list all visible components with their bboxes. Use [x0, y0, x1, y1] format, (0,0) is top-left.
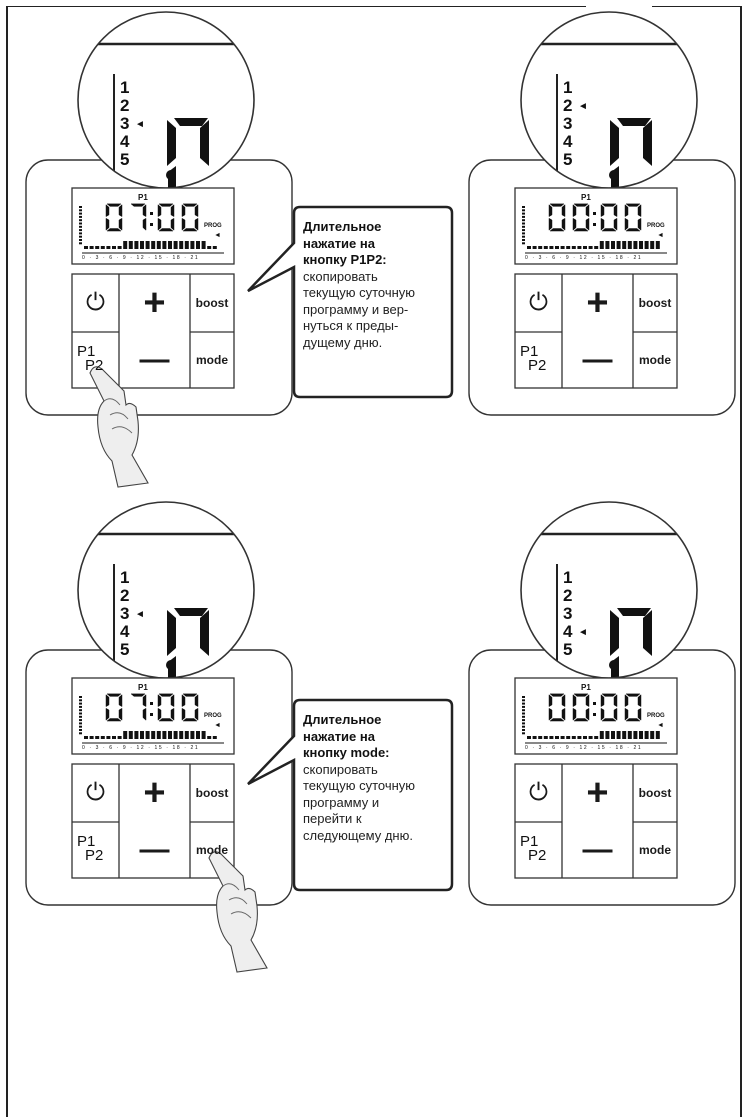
- scale-number: 5: [120, 640, 130, 659]
- callout-bubble-p1p2: Длительное нажатие на кнопку P1P2: скопи…: [246, 205, 456, 405]
- callout-bold-line: кнопку P1P2:: [303, 252, 387, 267]
- callout-line: программу и: [303, 794, 380, 810]
- mode-button[interactable]: mode: [633, 822, 677, 878]
- mode-button[interactable]: mode: [633, 332, 677, 388]
- boost-button[interactable]: boost: [633, 764, 677, 822]
- boost-button[interactable]: boost: [633, 274, 677, 332]
- p1p2-button[interactable]: P1 P2: [72, 332, 119, 388]
- mode-button[interactable]: mode: [190, 822, 234, 878]
- selected-day-arrow-icon: ◄: [578, 627, 588, 638]
- page-frame-right: [740, 6, 742, 1117]
- lcd-prog-label: PROG: [647, 713, 665, 719]
- page-frame-top-right: [652, 6, 742, 7]
- callout-bubble-mode: Длительное нажатие на кнопку mode: скопи…: [246, 698, 456, 898]
- scale-number: 3: [563, 114, 573, 133]
- boost-button[interactable]: boost: [190, 764, 234, 822]
- lcd-hour-scale: 0 · 3 · 6 · 9 · 12 · 15 · 18 · 21: [82, 745, 200, 751]
- panel-graphics: [468, 501, 736, 906]
- callout-bold-line: нажатие на: [303, 235, 375, 251]
- callout-line: программу и вер-: [303, 301, 409, 317]
- scale-number: 1: [563, 568, 573, 587]
- lcd-program-tag: P1: [138, 683, 148, 692]
- callout-bold-line: Длительное: [303, 712, 382, 727]
- lcd-program-tag: P1: [138, 193, 148, 202]
- scale-number: 1: [120, 78, 130, 97]
- scale-number: 3: [120, 604, 130, 623]
- selected-day-arrow-icon: ◄: [135, 119, 145, 130]
- callout-line: скопировать: [303, 761, 378, 777]
- lcd-prog-label: PROG: [204, 223, 222, 229]
- minus-button[interactable]: —: [119, 822, 190, 878]
- p2-label: P2: [528, 847, 547, 864]
- thermostat-panel-bottom-right: 1 2 3 4 5 ◄ 0 · 3 · 6 · 9 · 12 · 15 · 18 · 21 P…: [467, 500, 737, 970]
- scale-number: 5: [120, 150, 130, 169]
- callout-bold-line: кнопку mode:: [303, 745, 390, 760]
- callout-line: перейти к: [303, 811, 362, 826]
- scale-number: 2: [120, 586, 130, 605]
- lcd-hour-scale: 0 · 3 · 6 · 9 · 12 · 15 · 18 · 21: [525, 745, 643, 751]
- scale-number: 2: [120, 96, 130, 115]
- p2-label: P2: [85, 357, 104, 374]
- power-button[interactable]: ⏻: [515, 274, 562, 332]
- scale-number: 1: [563, 78, 573, 97]
- boost-button[interactable]: boost: [190, 274, 234, 332]
- callout-text: Длительное нажатие на кнопку mode: скопи…: [303, 712, 453, 844]
- page-frame-left: [6, 6, 8, 1117]
- thermostat-panel-top-right: 1 2 3 4 5 ◄ 0 · 3 · 6 · 9 · 12 · 15 · 18 · 21 P…: [467, 10, 737, 480]
- lcd-prog-label: PROG: [204, 713, 222, 719]
- scale-number: 1: [120, 568, 130, 587]
- scale-number: 5: [563, 150, 573, 169]
- page-frame-top: [6, 6, 586, 7]
- lcd-prog-arrow-icon: ◄: [657, 232, 664, 239]
- callout-bold-line: Длительное: [303, 219, 382, 234]
- callout-bold-line: нажатие на: [303, 728, 375, 744]
- scale-number: 2: [563, 96, 573, 115]
- callout-line: нуться к преды-: [303, 318, 399, 333]
- lcd-hour-scale: 0 · 3 · 6 · 9 · 12 · 15 · 18 · 21: [82, 255, 200, 261]
- scale-number: 4: [563, 622, 573, 641]
- scale-number: 4: [120, 132, 130, 151]
- callout-line: текущую суточную: [303, 285, 416, 300]
- callout-line: следующему дню.: [303, 827, 413, 843]
- selected-day-arrow-icon: ◄: [578, 101, 588, 112]
- scale-number: 4: [120, 622, 130, 641]
- power-button[interactable]: ⏻: [72, 764, 119, 822]
- minus-button[interactable]: —: [562, 332, 633, 388]
- p1p2-button[interactable]: P1 P2: [72, 822, 119, 878]
- scale-number: 3: [120, 114, 130, 133]
- lcd-prog-arrow-icon: ◄: [214, 232, 221, 239]
- scale-number: 4: [563, 132, 573, 151]
- scale-number: 5: [563, 640, 573, 659]
- p1p2-button[interactable]: P1 P2: [515, 332, 562, 388]
- p2-label: P2: [85, 847, 104, 864]
- callout-text: Длительное нажатие на кнопку P1P2: скопи…: [303, 219, 453, 351]
- p1p2-button[interactable]: P1 P2: [515, 822, 562, 878]
- callout-line: скопировать: [303, 268, 378, 284]
- minus-button[interactable]: —: [119, 332, 190, 388]
- panel-graphics: [468, 11, 736, 416]
- plus-button[interactable]: +: [119, 274, 190, 332]
- callout-line: дущему дню.: [303, 334, 383, 350]
- lcd-prog-arrow-icon: ◄: [214, 722, 221, 729]
- plus-button[interactable]: +: [562, 274, 633, 332]
- lcd-program-tag: P1: [581, 683, 591, 692]
- plus-button[interactable]: +: [119, 764, 190, 822]
- lcd-prog-label: PROG: [647, 223, 665, 229]
- callout-line: текущую суточную: [303, 778, 416, 793]
- scale-number: 2: [563, 586, 573, 605]
- lcd-hour-scale: 0 · 3 · 6 · 9 · 12 · 15 · 18 · 21: [525, 255, 643, 261]
- plus-button[interactable]: +: [562, 764, 633, 822]
- minus-button[interactable]: —: [562, 822, 633, 878]
- p2-label: P2: [528, 357, 547, 374]
- mode-button[interactable]: mode: [190, 332, 234, 388]
- scale-number: 3: [563, 604, 573, 623]
- power-button[interactable]: ⏻: [515, 764, 562, 822]
- lcd-program-tag: P1: [581, 193, 591, 202]
- selected-day-arrow-icon: ◄: [135, 609, 145, 620]
- lcd-prog-arrow-icon: ◄: [657, 722, 664, 729]
- power-button[interactable]: ⏻: [72, 274, 119, 332]
